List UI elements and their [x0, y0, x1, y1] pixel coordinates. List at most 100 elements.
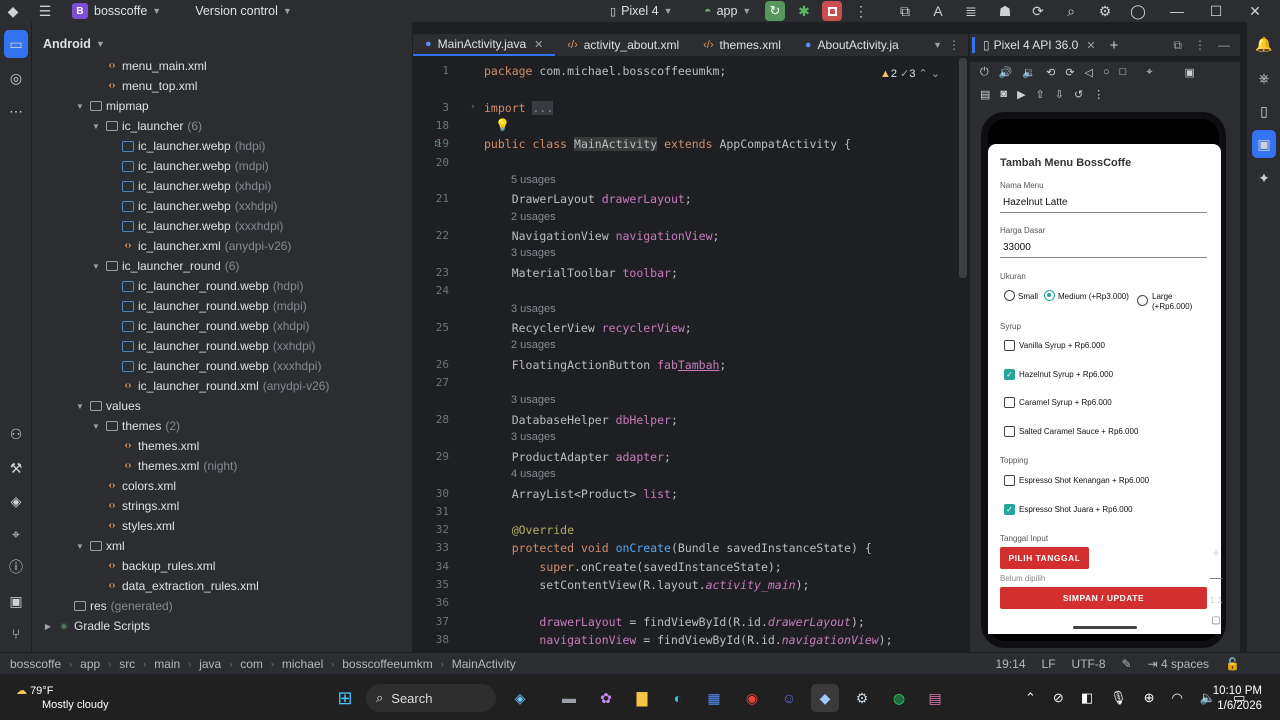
- expand-chevron-icon[interactable]: ▼: [74, 542, 86, 551]
- tab-activity-about[interactable]: ‹/› activity_about.xml: [555, 34, 691, 56]
- gesture-nav-pill[interactable]: [1073, 626, 1137, 629]
- gemini-icon[interactable]: ✦: [1247, 164, 1280, 192]
- code-line[interactable]: protected void onCreate(Bundle savedInst…: [484, 541, 872, 555]
- volume-up-icon[interactable]: 🔊: [999, 66, 1013, 79]
- tree-item[interactable]: ic_launcher_round.webp (hdpi): [106, 276, 303, 296]
- chrome-icon[interactable]: ◉: [738, 684, 766, 712]
- debug-icon[interactable]: ✱: [791, 0, 817, 22]
- tree-item[interactable]: ▼ ic_launcher (6): [90, 116, 202, 136]
- logcat-icon[interactable]: ≣: [958, 0, 984, 22]
- tree-item[interactable]: ic_launcher_round.webp (mdpi): [106, 296, 307, 316]
- rotate-right-icon[interactable]: ⟳: [1065, 66, 1074, 79]
- code-line[interactable]: setContentView(R.layout.activity_main);: [484, 578, 809, 592]
- home-icon[interactable]: ○: [1103, 66, 1110, 79]
- tab-list-chevron-icon[interactable]: ▼: [933, 40, 942, 50]
- file-encoding[interactable]: UTF-8: [1072, 657, 1106, 671]
- tray-app-icon[interactable]: ◧: [1081, 690, 1093, 706]
- code-editor[interactable]: ▲2 ✓3 ⌃ ⌄ 1 package com.michael.bosscoffe…: [413, 58, 968, 650]
- usages-hint[interactable]: 4 usages: [511, 468, 556, 480]
- device-manager-icon[interactable]: ⧉: [892, 0, 918, 22]
- version-control-menu[interactable]: Version control ▼: [195, 4, 292, 18]
- record-icon[interactable]: ▶: [1017, 88, 1025, 101]
- code-line[interactable]: RecyclerView recyclerView;: [484, 321, 692, 335]
- usages-hint[interactable]: 3 usages: [511, 394, 556, 406]
- tree-item[interactable]: ‹› styles.xml: [90, 516, 175, 536]
- zoom-actual-size-button[interactable]: 1:1: [1210, 595, 1223, 605]
- add-device-icon[interactable]: +: [1110, 37, 1119, 54]
- code-line[interactable]: import ...: [484, 100, 554, 115]
- recorder-app-icon[interactable]: ▤: [921, 684, 949, 712]
- tree-item[interactable]: ic_launcher_round.webp (xhdpi): [106, 316, 309, 336]
- tree-item[interactable]: ‹› menu_main.xml: [90, 56, 207, 76]
- microphone-icon[interactable]: 🎙: [1110, 690, 1127, 706]
- checkbox[interactable]: [1004, 425, 1015, 437]
- breadcrumb-item[interactable]: bosscoffeeumkm: [342, 657, 433, 671]
- usages-hint[interactable]: 3 usages: [511, 431, 556, 443]
- code-line[interactable]: package com.michael.bosscoffeeumkm;: [484, 64, 726, 78]
- project-selector[interactable]: B bosscoffe ▼: [72, 3, 161, 19]
- overview-icon[interactable]: □: [1120, 66, 1127, 79]
- usages-hint[interactable]: 3 usages: [511, 303, 556, 315]
- settings-gear-icon[interactable]: ⚙: [1092, 0, 1118, 22]
- volume-down-icon[interactable]: 🔉: [1022, 66, 1036, 79]
- tree-item[interactable]: ic_launcher.webp (xhdpi): [106, 176, 271, 196]
- breadcrumb-item[interactable]: src: [119, 657, 135, 671]
- search-icon[interactable]: ⌕: [1058, 0, 1084, 22]
- caret-position[interactable]: 19:14: [996, 657, 1026, 671]
- close-tab-icon[interactable]: ✕: [1086, 39, 1095, 52]
- checkbox[interactable]: ✓: [1004, 368, 1015, 380]
- spotify-icon[interactable]: ◍: [885, 684, 913, 712]
- notifications-icon[interactable]: 🔔: [1247, 30, 1280, 58]
- zoom-in-icon[interactable]: +: [1212, 545, 1220, 560]
- more-options-icon[interactable]: ⋮: [1093, 88, 1104, 101]
- tree-item[interactable]: ▼ mipmap: [74, 96, 149, 116]
- language-icon[interactable]: ⊕: [1144, 690, 1155, 706]
- tree-item[interactable]: ic_launcher.webp (xxxhdpi): [106, 216, 283, 236]
- widgets-icon[interactable]: ▬: [555, 684, 583, 712]
- expand-chevron-icon[interactable]: ▼: [90, 122, 102, 131]
- gradle-icon[interactable]: ⎈: [1247, 64, 1280, 92]
- emulator-tab-title[interactable]: Pixel 4 API 36.0: [994, 38, 1079, 52]
- snapshot-icon[interactable]: ↺: [1074, 88, 1083, 101]
- fold-device-icon[interactable]: ▤: [980, 88, 990, 101]
- tree-item[interactable]: ‹› ic_launcher_round.xml (anydpi-v26): [106, 376, 330, 396]
- build-tool-icon[interactable]: ⚒: [0, 454, 32, 482]
- breadcrumb-item[interactable]: app: [80, 657, 100, 671]
- code-line[interactable]: DrawerLayout drawerLayout;: [484, 192, 692, 206]
- line-separator[interactable]: LF: [1042, 657, 1056, 671]
- radio-small[interactable]: [1004, 290, 1015, 301]
- code-line[interactable]: DatabaseHelper dbHelper;: [484, 413, 678, 427]
- store-icon[interactable]: ▦: [700, 684, 728, 712]
- steam-icon[interactable]: ⚙: [848, 684, 876, 712]
- git-icon[interactable]: ⑂: [0, 620, 32, 648]
- tree-item[interactable]: ‹› themes.xml: [106, 436, 200, 456]
- checkbox[interactable]: [1004, 340, 1015, 351]
- tree-item[interactable]: ic_launcher.webp (mdpi): [106, 156, 269, 176]
- fit-screen-icon[interactable]: ▢: [1211, 615, 1220, 626]
- fold-icon[interactable]: ›: [470, 102, 475, 112]
- code-line[interactable]: navigationView = findViewById(R.id.navig…: [484, 633, 892, 647]
- screenshot-toggle-icon[interactable]: ▣: [1185, 66, 1195, 79]
- taskbar-clock[interactable]: 10:10 PM 1/6/2026: [1213, 684, 1262, 714]
- tree-item[interactable]: ‹› ic_launcher.xml (anydpi-v26): [106, 236, 292, 256]
- radio-large[interactable]: [1137, 295, 1148, 306]
- app-screen[interactable]: Tambah Menu BossCoffe Nama Menu Hazelnut…: [988, 144, 1221, 634]
- tree-item[interactable]: ‹› strings.xml: [90, 496, 180, 516]
- tree-item[interactable]: ‹› backup_rules.xml: [90, 556, 216, 576]
- device-manager-icon[interactable]: ▯: [1247, 97, 1280, 125]
- tree-item[interactable]: ic_launcher.webp (hdpi): [106, 136, 265, 156]
- checkbox[interactable]: [1004, 475, 1015, 486]
- close-tab-icon[interactable]: ✕: [534, 38, 543, 51]
- wifi-icon[interactable]: ◠: [1172, 690, 1183, 706]
- discord-icon[interactable]: ☺: [775, 684, 803, 712]
- terminal-icon[interactable]: ▣: [0, 587, 32, 615]
- code-line[interactable]: MaterialToolbar toolbar;: [484, 266, 678, 280]
- tree-item[interactable]: ‹› data_extraction_rules.xml: [90, 576, 259, 596]
- network-off-icon[interactable]: ⊘: [1053, 690, 1064, 706]
- usages-hint[interactable]: 5 usages: [511, 174, 556, 186]
- tree-item[interactable]: ▶ ⎈ Gradle Scripts: [42, 616, 150, 636]
- pilih-tanggal-button[interactable]: PILIH TANGGAL: [1000, 547, 1089, 569]
- android-bot-icon[interactable]: ☗: [992, 0, 1018, 22]
- taskbar-search[interactable]: ⌕ Search: [366, 684, 496, 712]
- close-button[interactable]: ✕: [1242, 0, 1268, 22]
